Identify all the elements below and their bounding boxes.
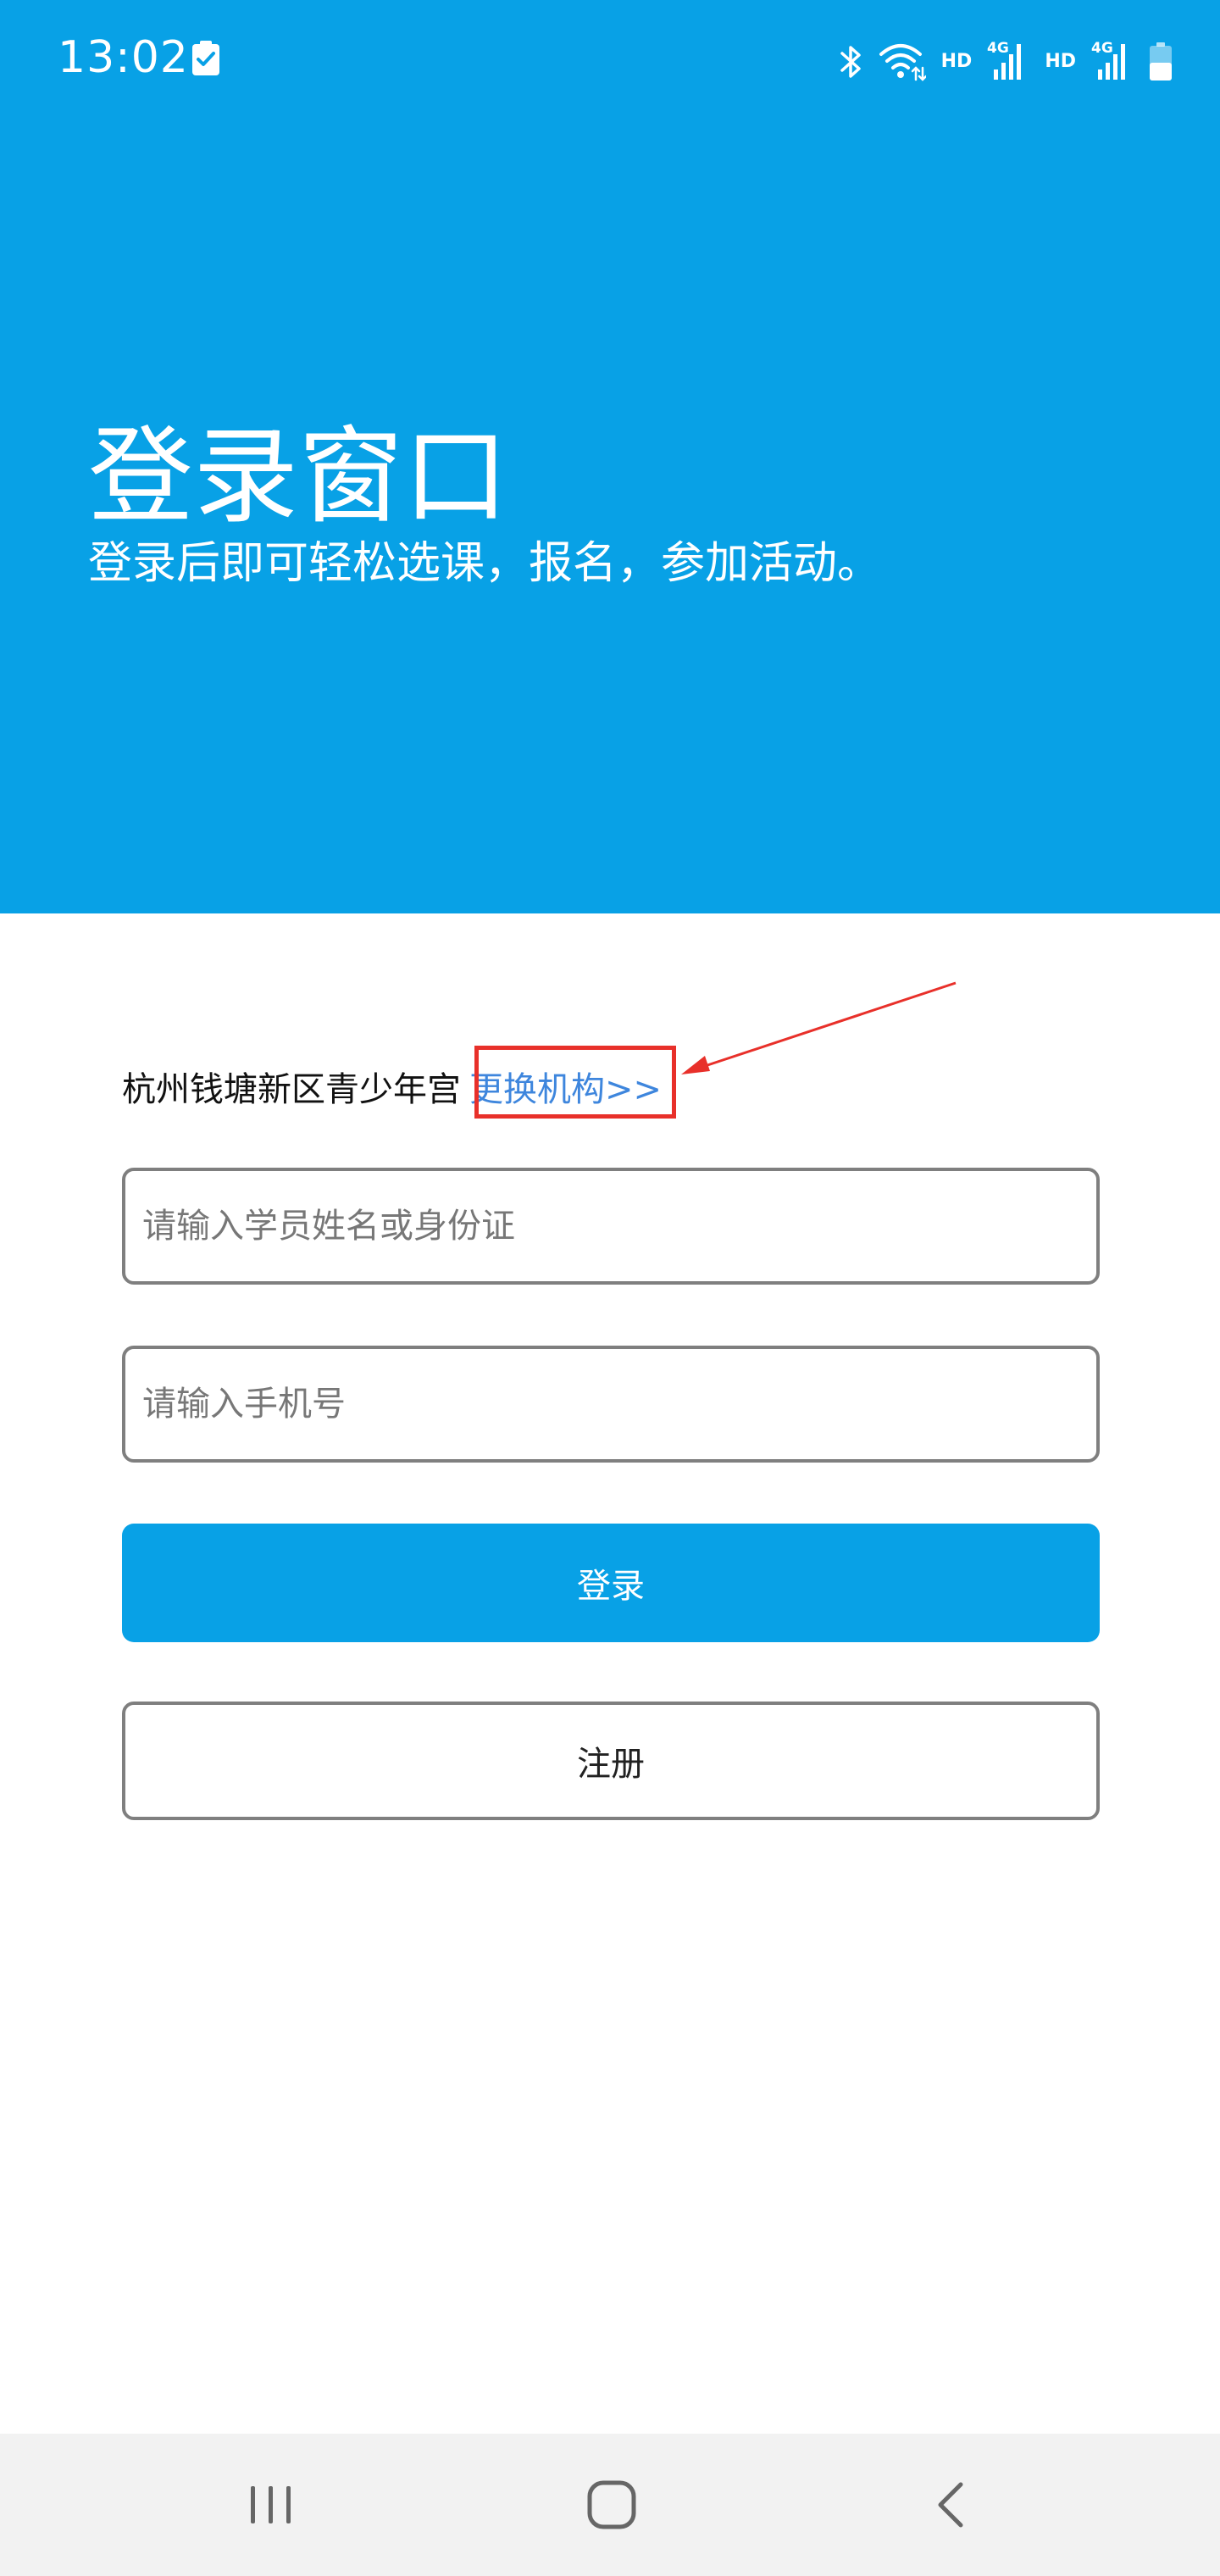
signal-icon: 4G (987, 40, 1022, 80)
network-type-label: 4G (987, 40, 1009, 57)
battery-icon (1150, 42, 1172, 80)
login-screen: 13:02 HD 4G HD 4G 登录窗口 登录后即可轻松选课，报名，参加活动… (0, 0, 1220, 2576)
task-check-icon (192, 41, 219, 75)
header-banner: 13:02 HD 4G HD 4G 登录窗口 登录后即可轻松选课，报名，参加活动… (0, 0, 1220, 913)
login-button-label: 登录 (577, 1567, 645, 1606)
back-button[interactable] (918, 2471, 986, 2539)
register-button-label: 注册 (577, 1745, 645, 1784)
bluetooth-icon (840, 46, 861, 78)
hd-label: HD (1045, 51, 1076, 72)
back-icon (938, 2482, 963, 2528)
status-bar: 13:02 HD 4G HD 4G (0, 0, 1220, 119)
recents-icon (251, 2486, 291, 2523)
annotation-highlight-box (474, 1046, 676, 1119)
login-button[interactable]: 登录 (122, 1524, 1100, 1642)
recents-button[interactable] (237, 2471, 305, 2539)
home-button[interactable] (578, 2471, 646, 2539)
hd-label: HD (940, 51, 973, 72)
network-type-label: 4G (1091, 40, 1113, 57)
organization-name: 杭州钱塘新区青少年宫 (122, 1070, 461, 1109)
page-title: 登录窗口 (88, 416, 509, 538)
wifi-icon (879, 44, 926, 81)
student-name-id-input[interactable] (122, 1168, 1100, 1285)
register-button[interactable]: 注册 (122, 1702, 1100, 1820)
annotation-arrow-icon (681, 981, 957, 1074)
status-icons: HD 4G HD 4G (838, 37, 1173, 81)
page-subtitle: 登录后即可轻松选课，报名，参加活动。 (88, 538, 882, 589)
navigation-bar (0, 2434, 1220, 2576)
home-icon (587, 2480, 636, 2529)
signal-icon: 4G (1091, 40, 1125, 80)
status-time: 13:02 (58, 32, 189, 83)
phone-number-input[interactable] (122, 1346, 1100, 1463)
